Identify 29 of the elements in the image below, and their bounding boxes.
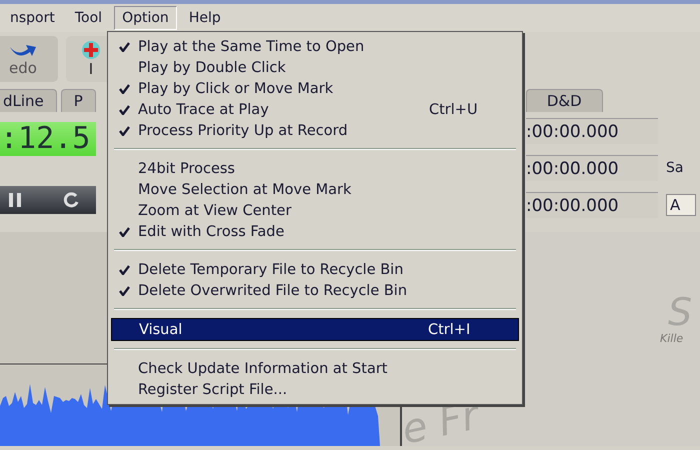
time-field[interactable]: :00:00.000 xyxy=(526,192,658,218)
tab[interactable]: P xyxy=(60,89,96,112)
menu-item[interactable]: Option xyxy=(114,6,177,30)
menu-item[interactable]: Auto Trace at Play Ctrl+U xyxy=(111,99,519,120)
menu-item[interactable]: Process Priority Up at Record xyxy=(111,120,519,141)
menu-item[interactable]: Zoom at View Center xyxy=(111,200,519,221)
menu-item[interactable]: Visual Ctrl+I xyxy=(111,318,519,341)
menu-item[interactable]: Help xyxy=(180,6,229,30)
field-label: Sa xyxy=(666,160,684,176)
menu-item[interactable]: Register Script File... xyxy=(111,379,519,400)
menu-item[interactable]: nsport xyxy=(2,6,63,30)
menu-item[interactable]: Delete Temporary File to Recycle Bin xyxy=(111,259,519,280)
tab[interactable]: D&D xyxy=(526,89,603,112)
menu-item[interactable]: Check Update Information at Start xyxy=(111,358,519,379)
insert-icon xyxy=(80,40,102,60)
pause-icon[interactable] xyxy=(8,192,22,208)
menu-item[interactable]: Edit with Cross Fade xyxy=(111,221,519,242)
logo-text: Kille xyxy=(660,332,684,345)
menu-item[interactable]: Move Selection at Move Mark xyxy=(111,179,519,200)
tab[interactable]: dLine xyxy=(0,89,57,112)
loop-icon[interactable] xyxy=(62,191,80,209)
time-field[interactable]: :00:00.000 xyxy=(526,155,658,181)
menu-item[interactable]: 24bit Process xyxy=(111,158,519,179)
menu-item[interactable]: Delete Overwrited File to Recycle Bin xyxy=(111,280,519,301)
menu-item[interactable]: Tool xyxy=(66,6,110,30)
redo-button[interactable]: edo xyxy=(0,36,58,82)
dropdown[interactable]: A xyxy=(666,194,696,216)
time-field[interactable]: :00:00.000 xyxy=(526,118,658,144)
time-display: :12.5 xyxy=(0,122,96,156)
